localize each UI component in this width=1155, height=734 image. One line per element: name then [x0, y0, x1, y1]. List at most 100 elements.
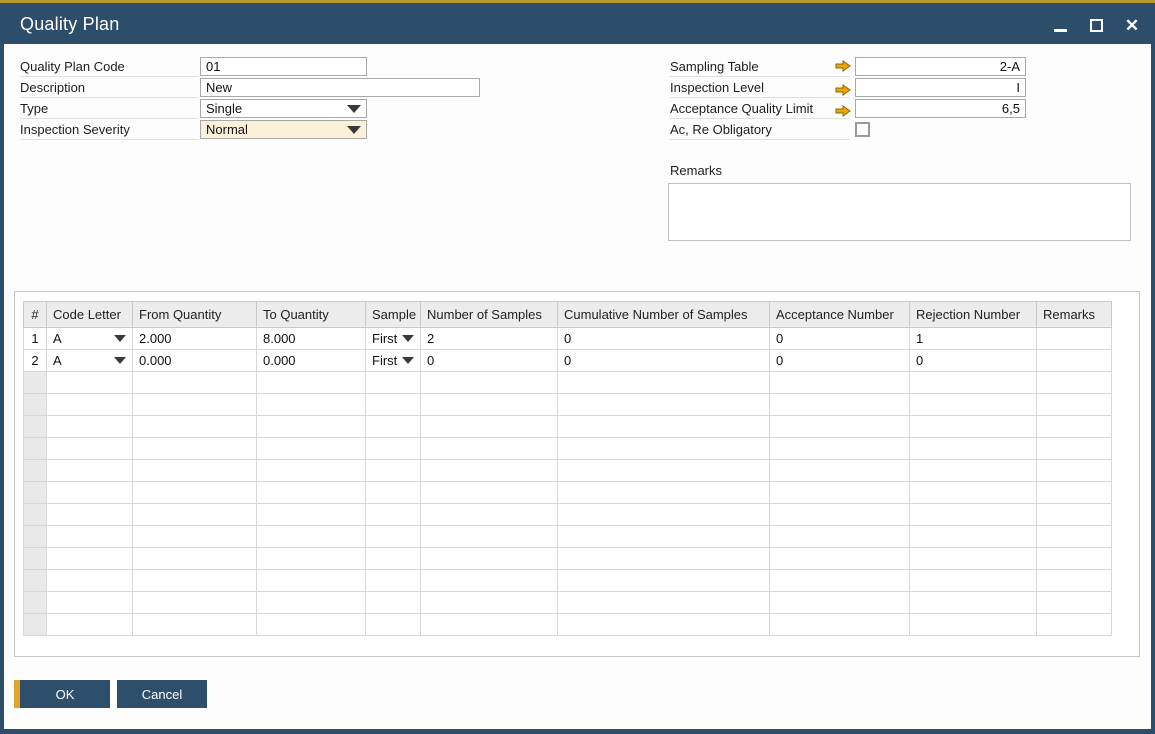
cell-to-quantity[interactable] — [257, 438, 366, 460]
cell-to-quantity[interactable] — [257, 394, 366, 416]
cell-rejection-number[interactable] — [910, 482, 1037, 504]
column-header-sample[interactable]: Sample — [366, 302, 421, 328]
cell-to-quantity[interactable]: 0.000 — [257, 350, 366, 372]
cell-remarks[interactable] — [1037, 570, 1112, 592]
row-number[interactable]: 1 — [24, 328, 47, 350]
row-number[interactable] — [24, 592, 47, 614]
cell-acceptance-number[interactable] — [770, 416, 910, 438]
cell-number-of-samples[interactable] — [421, 570, 558, 592]
cell-acceptance-number[interactable] — [770, 438, 910, 460]
cell-sample[interactable]: First — [366, 350, 421, 372]
cell-to-quantity[interactable] — [257, 526, 366, 548]
cell-rejection-number[interactable] — [910, 592, 1037, 614]
cell-acceptance-number[interactable] — [770, 372, 910, 394]
cell-number-of-samples[interactable] — [421, 504, 558, 526]
cell-cumulative-number-of-samples[interactable] — [558, 526, 770, 548]
ok-button[interactable]: OK — [14, 680, 110, 708]
cell-from-quantity[interactable] — [133, 482, 257, 504]
column-header-acceptance-number[interactable]: Acceptance Number — [770, 302, 910, 328]
row-number[interactable] — [24, 614, 47, 636]
link-arrow-icon[interactable] — [835, 84, 851, 96]
cell-rejection-number[interactable] — [910, 372, 1037, 394]
cell-sample[interactable] — [366, 614, 421, 636]
cell-cumulative-number-of-samples[interactable]: 0 — [558, 328, 770, 350]
cell-sample[interactable] — [366, 504, 421, 526]
cell-remarks[interactable] — [1037, 394, 1112, 416]
cell-number-of-samples[interactable] — [421, 482, 558, 504]
close-button[interactable]: ✕ — [1121, 14, 1143, 36]
cell-number-of-samples[interactable] — [421, 614, 558, 636]
cell-to-quantity[interactable] — [257, 482, 366, 504]
cell-acceptance-number[interactable] — [770, 394, 910, 416]
cell-cumulative-number-of-samples[interactable] — [558, 372, 770, 394]
cell-from-quantity[interactable] — [133, 548, 257, 570]
cell-to-quantity[interactable] — [257, 460, 366, 482]
cell-from-quantity[interactable]: 0.000 — [133, 350, 257, 372]
row-number[interactable] — [24, 394, 47, 416]
column-header-number-of-samples[interactable]: Number of Samples — [421, 302, 558, 328]
cell-number-of-samples[interactable] — [421, 416, 558, 438]
row-number[interactable] — [24, 438, 47, 460]
row-number[interactable] — [24, 504, 47, 526]
cell-remarks[interactable] — [1037, 526, 1112, 548]
cell-remarks[interactable] — [1037, 504, 1112, 526]
cell-sample[interactable] — [366, 592, 421, 614]
cell-to-quantity[interactable] — [257, 570, 366, 592]
cell-cumulative-number-of-samples[interactable] — [558, 614, 770, 636]
cell-from-quantity[interactable] — [133, 372, 257, 394]
remarks-textarea[interactable] — [668, 183, 1131, 241]
cell-sample[interactable] — [366, 482, 421, 504]
cell-code-letter[interactable] — [47, 570, 133, 592]
cell-rejection-number[interactable] — [910, 394, 1037, 416]
cell-cumulative-number-of-samples[interactable] — [558, 416, 770, 438]
cell-to-quantity[interactable]: 8.000 — [257, 328, 366, 350]
cell-code-letter[interactable] — [47, 416, 133, 438]
cell-from-quantity[interactable]: 2.000 — [133, 328, 257, 350]
cell-sample[interactable] — [366, 570, 421, 592]
cell-code-letter[interactable] — [47, 526, 133, 548]
cell-acceptance-number[interactable] — [770, 614, 910, 636]
cell-to-quantity[interactable] — [257, 504, 366, 526]
cell-from-quantity[interactable] — [133, 504, 257, 526]
row-number[interactable]: 2 — [24, 350, 47, 372]
cell-code-letter[interactable] — [47, 438, 133, 460]
cell-cumulative-number-of-samples[interactable] — [558, 592, 770, 614]
cell-acceptance-number[interactable] — [770, 548, 910, 570]
cell-sample[interactable] — [366, 394, 421, 416]
cell-remarks[interactable] — [1037, 372, 1112, 394]
row-number[interactable] — [24, 482, 47, 504]
cell-rejection-number[interactable] — [910, 526, 1037, 548]
column-header-to-quantity[interactable]: To Quantity — [257, 302, 366, 328]
cell-number-of-samples[interactable]: 0 — [421, 350, 558, 372]
maximize-button[interactable] — [1085, 14, 1107, 36]
cell-sample[interactable] — [366, 548, 421, 570]
cell-code-letter[interactable]: A — [47, 350, 133, 372]
cell-number-of-samples[interactable]: 2 — [421, 328, 558, 350]
link-arrow-icon[interactable] — [835, 105, 851, 117]
cell-rejection-number[interactable] — [910, 438, 1037, 460]
cell-rejection-number[interactable] — [910, 504, 1037, 526]
cell-to-quantity[interactable] — [257, 372, 366, 394]
cancel-button[interactable]: Cancel — [117, 680, 207, 708]
ac-re-obligatory-checkbox[interactable] — [855, 122, 870, 137]
sampling-table-input[interactable] — [855, 57, 1026, 76]
cell-sample[interactable] — [366, 372, 421, 394]
cell-number-of-samples[interactable] — [421, 372, 558, 394]
row-number[interactable] — [24, 548, 47, 570]
cell-remarks[interactable] — [1037, 482, 1112, 504]
cell-remarks[interactable] — [1037, 438, 1112, 460]
cell-code-letter[interactable] — [47, 592, 133, 614]
cell-rejection-number[interactable] — [910, 460, 1037, 482]
cell-cumulative-number-of-samples[interactable] — [558, 438, 770, 460]
row-number[interactable] — [24, 570, 47, 592]
cell-cumulative-number-of-samples[interactable] — [558, 504, 770, 526]
cell-sample[interactable] — [366, 416, 421, 438]
cell-to-quantity[interactable] — [257, 614, 366, 636]
cell-acceptance-number[interactable] — [770, 592, 910, 614]
column-header-cumulative-number-of-samples[interactable]: Cumulative Number of Samples — [558, 302, 770, 328]
cell-to-quantity[interactable] — [257, 592, 366, 614]
cell-from-quantity[interactable] — [133, 526, 257, 548]
cell-number-of-samples[interactable] — [421, 460, 558, 482]
cell-acceptance-number[interactable]: 0 — [770, 328, 910, 350]
cell-cumulative-number-of-samples[interactable] — [558, 570, 770, 592]
